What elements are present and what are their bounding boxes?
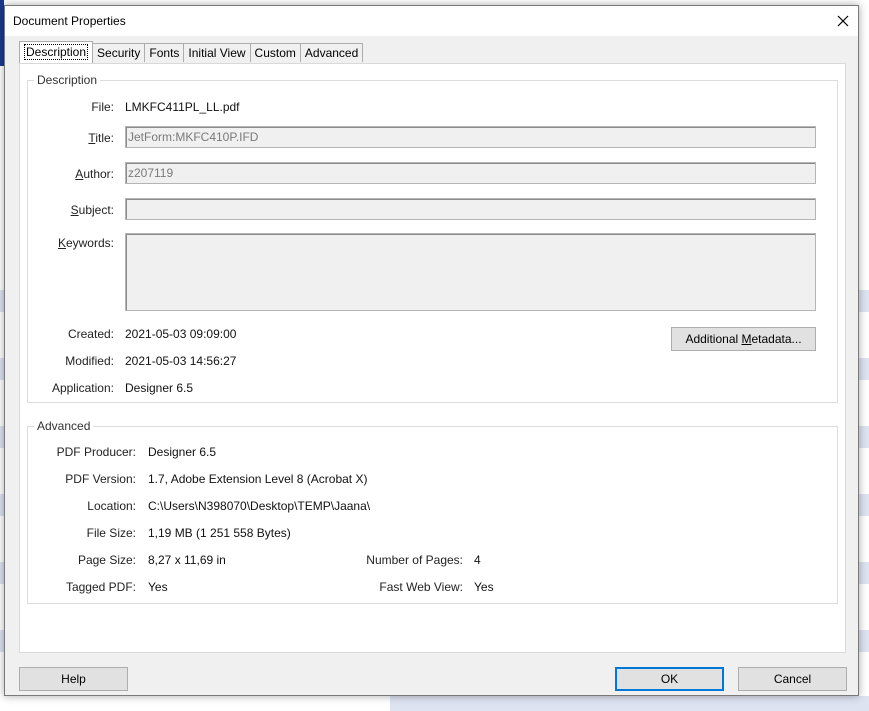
author-field[interactable]: z207119 — [125, 162, 816, 184]
location-value: C:\Users\N398070\Desktop\TEMP\Jaana\ — [148, 499, 371, 513]
number-of-pages-value: 4 — [474, 553, 481, 567]
description-group: Description File: LMKFC411PL_LL.pdf Titl… — [27, 73, 838, 403]
help-button[interactable]: Help — [19, 667, 128, 691]
tab-security[interactable]: Security — [92, 43, 146, 62]
tab-strip: Description Security Fonts Initial View … — [19, 41, 364, 64]
modified-label: Modified: — [65, 354, 114, 368]
fast-web-view-label: Fast Web View: — [379, 580, 463, 594]
pdf-version-value: 1.7, Adobe Extension Level 8 (Acrobat X) — [148, 472, 368, 486]
fast-web-view-value: Yes — [474, 580, 494, 594]
tagged-pdf-value: Yes — [148, 580, 168, 594]
page-size-value: 8,27 x 11,69 in — [148, 553, 226, 567]
file-label: File: — [91, 100, 114, 114]
tab-label: Fonts — [149, 46, 180, 60]
file-size-label: File Size: — [86, 526, 136, 540]
tab-label: Description — [24, 44, 89, 60]
application-value: Designer 6.5 — [125, 381, 194, 395]
pdf-version-label: PDF Version: — [65, 472, 136, 486]
title-label: Title: — [88, 131, 114, 145]
location-label: Location: — [87, 499, 136, 513]
created-label: Created: — [67, 327, 114, 341]
additional-metadata-button[interactable]: Additional Metadata... — [671, 327, 816, 351]
title-bar: Document Properties — [5, 6, 858, 36]
advanced-group: Advanced PDF Producer: Designer 6.5 PDF … — [27, 419, 838, 604]
keywords-label: Keywords: — [57, 236, 114, 250]
modified-value: 2021-05-03 14:56:27 — [125, 354, 237, 368]
keywords-field[interactable] — [125, 233, 816, 311]
dialog-title: Document Properties — [13, 14, 126, 28]
tab-label: Security — [97, 46, 141, 60]
tab-initial-view[interactable]: Initial View — [183, 43, 251, 62]
pdf-producer-value: Designer 6.5 — [148, 445, 217, 459]
tab-label: Custom — [254, 46, 296, 60]
description-group-label: Description — [34, 73, 101, 87]
advanced-group-label: Advanced — [34, 419, 94, 433]
application-label: Application: — [51, 381, 114, 395]
tab-label: Initial View — [188, 46, 246, 60]
tab-label: Advanced — [304, 46, 359, 60]
file-value: LMKFC411PL_LL.pdf — [125, 100, 240, 114]
pdf-producer-label: PDF Producer: — [56, 445, 136, 459]
tab-advanced[interactable]: Advanced — [299, 43, 364, 62]
page-size-label: Page Size: — [77, 553, 136, 567]
background-row — [390, 696, 869, 711]
close-button[interactable] — [832, 10, 854, 32]
title-field[interactable]: JetForm:MKFC410P.IFD — [125, 126, 816, 148]
document-properties-dialog: Document Properties Description Security… — [4, 5, 859, 696]
tab-custom[interactable]: Custom — [249, 43, 301, 62]
tab-description[interactable]: Description — [19, 41, 94, 63]
subject-label: Subject: — [70, 203, 114, 217]
file-size-value: 1,19 MB (1 251 558 Bytes) — [148, 526, 291, 540]
close-icon — [837, 15, 849, 27]
subject-field[interactable] — [125, 198, 816, 220]
cancel-button[interactable]: Cancel — [738, 667, 847, 691]
tab-fonts[interactable]: Fonts — [144, 43, 185, 62]
author-label: Author: — [75, 167, 114, 181]
ok-button[interactable]: OK — [615, 667, 724, 691]
number-of-pages-label: Number of Pages: — [366, 553, 463, 567]
tagged-pdf-label: Tagged PDF: — [65, 580, 136, 594]
tab-panel: Description File: LMKFC411PL_LL.pdf Titl… — [19, 63, 846, 653]
created-value: 2021-05-03 09:09:00 — [125, 327, 237, 341]
